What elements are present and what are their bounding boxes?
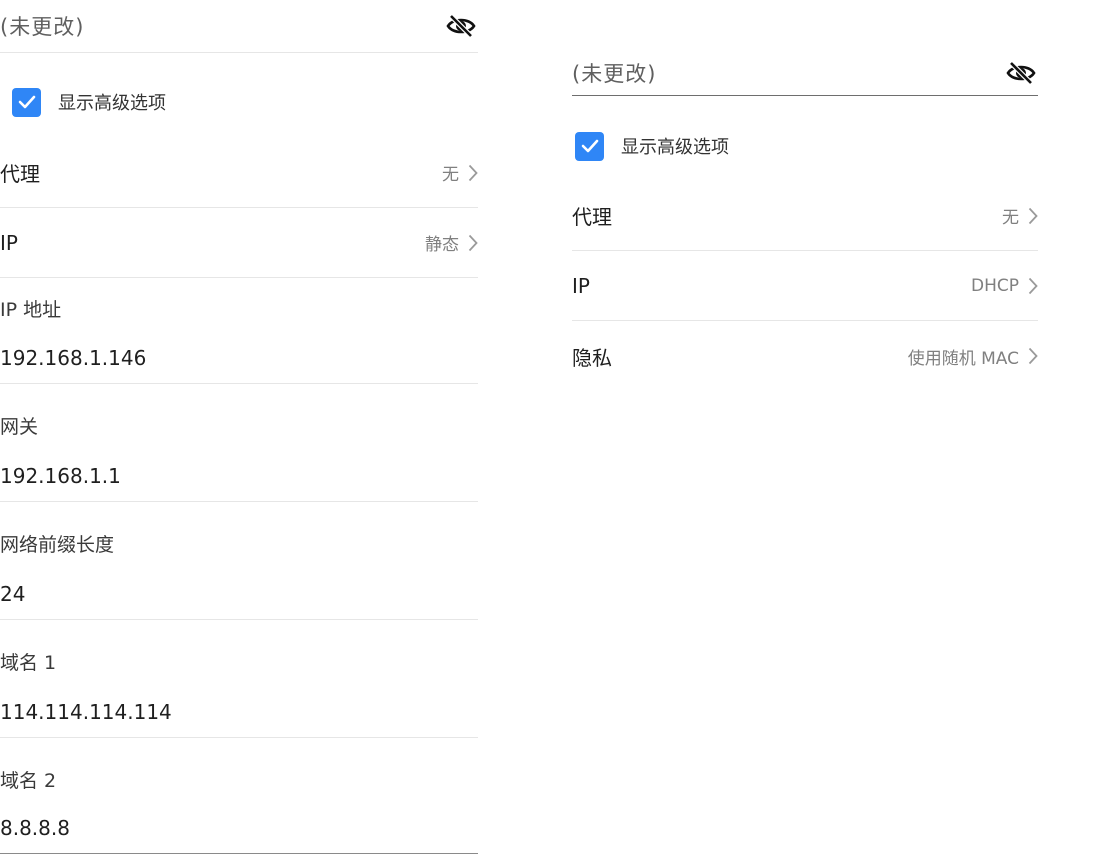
show-advanced-option[interactable]: 显示高级选项 bbox=[0, 80, 478, 124]
proxy-row[interactable]: 代理 无 bbox=[572, 181, 1038, 251]
dns1-input[interactable]: 114.114.114.114 bbox=[0, 700, 172, 724]
proxy-label: 代理 bbox=[572, 205, 612, 229]
eye-off-icon[interactable] bbox=[1006, 60, 1036, 86]
left-settings-panel: (未更改) 显示高级选项 代理 无 IP 静态 IP 地址 192.168.1.… bbox=[0, 0, 478, 856]
password-value: (未更改) bbox=[0, 15, 85, 39]
ip-setting-row[interactable]: IP DHCP bbox=[572, 251, 1038, 321]
active-input-underline bbox=[0, 853, 478, 854]
right-settings-panel: (未更改) 显示高级选项 代理 无 IP DHCP 隐私 使用随机 MAC bbox=[572, 0, 1038, 400]
proxy-row[interactable]: 代理 无 bbox=[0, 138, 478, 208]
ip-value: DHCP bbox=[971, 275, 1019, 296]
chevron-right-icon bbox=[468, 234, 478, 251]
gateway-label: 网关 bbox=[0, 416, 39, 438]
chevron-right-icon bbox=[468, 164, 478, 181]
chevron-right-icon bbox=[1028, 277, 1038, 294]
password-field[interactable]: (未更改) bbox=[572, 50, 1038, 96]
ip-value: 静态 bbox=[425, 235, 459, 255]
dns2-input[interactable]: 8.8.8.8 bbox=[0, 816, 70, 840]
ip-label: IP bbox=[572, 273, 590, 298]
password-value: (未更改) bbox=[572, 61, 657, 86]
prefix-length-label: 网络前缀长度 bbox=[0, 534, 115, 556]
gateway-input[interactable]: 192.168.1.1 bbox=[0, 464, 121, 488]
divider bbox=[0, 737, 478, 738]
privacy-label: 隐私 bbox=[572, 345, 612, 370]
show-advanced-option[interactable]: 显示高级选项 bbox=[572, 124, 1038, 168]
password-field[interactable]: (未更改) bbox=[0, 0, 478, 53]
proxy-value: 无 bbox=[1002, 208, 1019, 228]
dns2-label: 域名 2 bbox=[0, 770, 57, 792]
dns1-label: 域名 1 bbox=[0, 652, 57, 674]
chevron-right-icon bbox=[1028, 347, 1038, 365]
checkbox-checked-icon[interactable] bbox=[12, 87, 41, 117]
divider bbox=[0, 619, 478, 620]
ip-address-input[interactable]: 192.168.1.146 bbox=[0, 346, 146, 370]
proxy-value: 无 bbox=[442, 165, 459, 185]
show-advanced-label: 显示高级选项 bbox=[58, 93, 166, 114]
eye-off-icon[interactable] bbox=[446, 13, 476, 39]
proxy-label: 代理 bbox=[0, 162, 40, 186]
prefix-length-input[interactable]: 24 bbox=[0, 582, 25, 606]
show-advanced-label: 显示高级选项 bbox=[621, 137, 729, 158]
privacy-row[interactable]: 隐私 使用随机 MAC bbox=[572, 321, 1038, 391]
ip-setting-row[interactable]: IP 静态 bbox=[0, 208, 478, 278]
checkbox-checked-icon[interactable] bbox=[575, 131, 604, 161]
ip-address-label: IP 地址 bbox=[0, 299, 62, 321]
ip-label: IP bbox=[0, 230, 18, 255]
chevron-right-icon bbox=[1028, 207, 1038, 224]
privacy-value: 使用随机 MAC bbox=[907, 348, 1019, 369]
divider bbox=[0, 501, 478, 502]
divider bbox=[0, 383, 478, 384]
